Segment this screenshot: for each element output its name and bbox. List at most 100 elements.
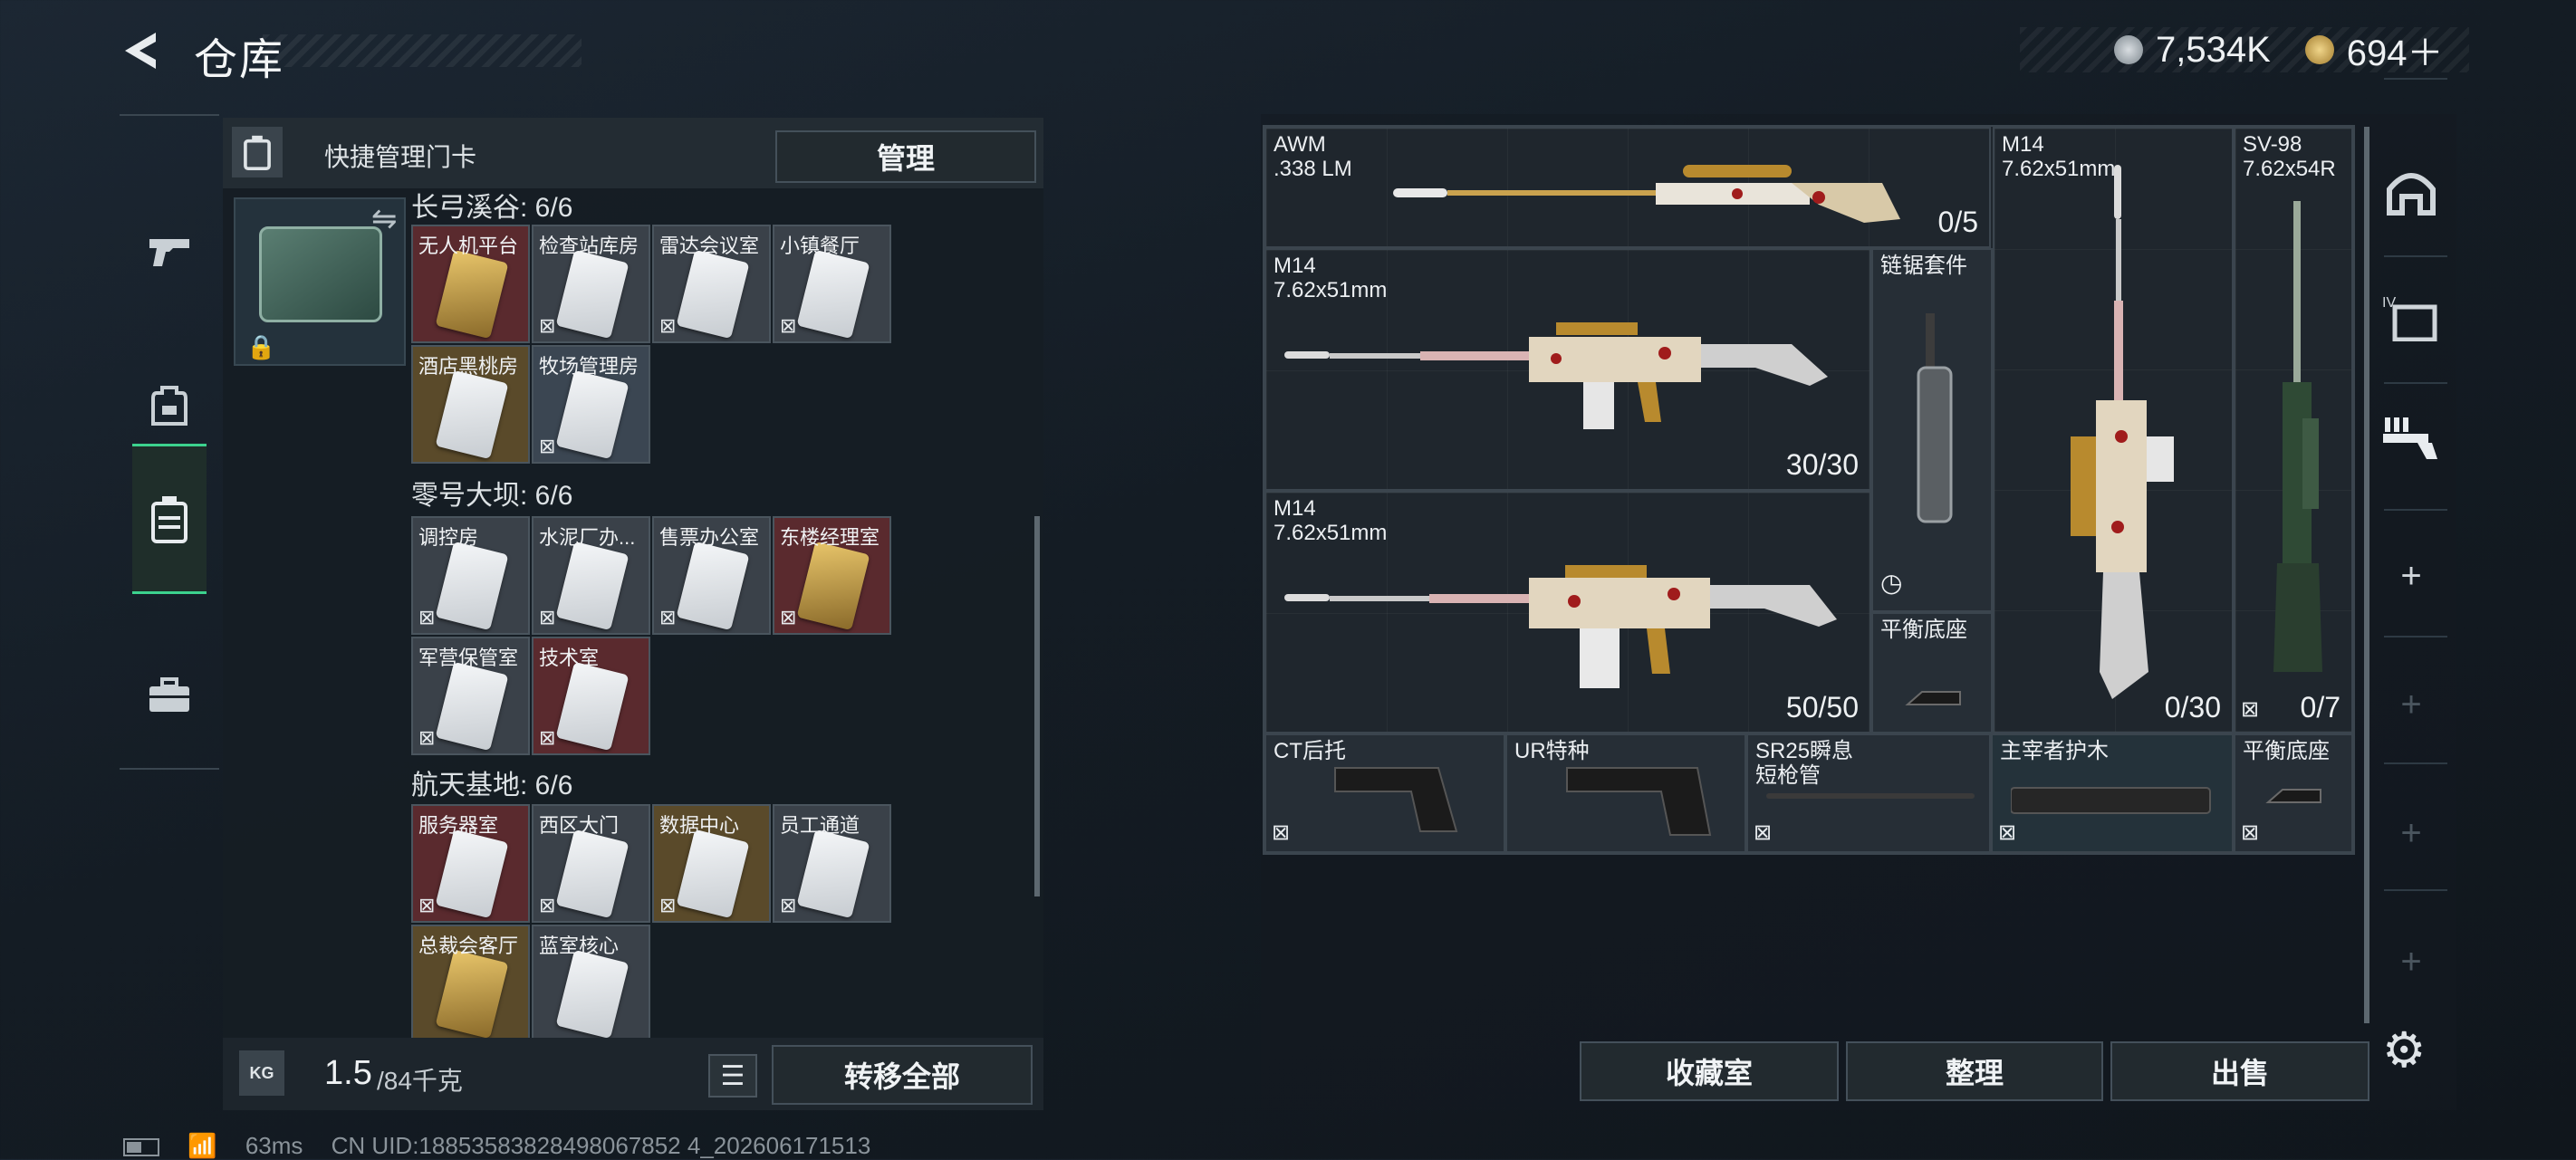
weapon-grid: AWM .338 LM 0/5 M14 7.62x51mm 30/30 M14 … bbox=[1263, 125, 2355, 855]
keycard-slot[interactable]: 牧场管理房 ⊠ bbox=[532, 345, 650, 464]
rail-add-slot[interactable]: + bbox=[2375, 540, 2447, 612]
weight-bar: KG 1.5 /84千克 ☰ 转移全部 bbox=[223, 1038, 1043, 1110]
keycard-image bbox=[796, 829, 870, 919]
keycard-case-slot[interactable]: ⇋ 🔒 bbox=[234, 197, 406, 366]
weapon-m14[interactable]: M14 7.62x51mm 50/50 bbox=[1264, 491, 1871, 733]
keycard-image bbox=[435, 829, 509, 919]
keycard-image bbox=[435, 949, 509, 1040]
swap-icon[interactable]: ⇋ bbox=[371, 201, 398, 237]
gold-currency-value[interactable]: 694＋ bbox=[2347, 24, 2444, 76]
no-insure-icon: ⊠ bbox=[1998, 820, 2017, 845]
attachment-name: SR25瞬息 短枪管 bbox=[1755, 739, 1854, 788]
lock-icon: 🔒 bbox=[246, 333, 276, 360]
attachment-dominator-handguard[interactable]: 主宰者护木 ⊠ bbox=[1991, 733, 2234, 853]
keycard-label: 小镇餐厅 bbox=[780, 235, 860, 257]
attachment-balance-mount[interactable]: 平衡底座 bbox=[1871, 612, 1993, 733]
keycard-image bbox=[676, 541, 750, 631]
keycard-slot[interactable]: 雷达会议室 ⊠ bbox=[652, 225, 771, 343]
attachment-sr25-barrel[interactable]: SR25瞬息 短枪管 ⊠ bbox=[1746, 733, 1991, 853]
back-arrow-icon bbox=[125, 33, 156, 69]
plus-icon: + bbox=[2400, 941, 2422, 982]
keycard-slot[interactable]: 总裁会客厅 bbox=[411, 925, 530, 1043]
gear-icon[interactable]: ⚙ bbox=[2382, 1021, 2426, 1079]
keycard-slot[interactable]: 东楼经理室 ⊠ bbox=[773, 516, 891, 635]
keycard-image bbox=[796, 249, 870, 340]
wifi-icon: 📶 bbox=[187, 1132, 217, 1159]
manage-button[interactable]: 管理 bbox=[775, 130, 1036, 183]
keycard-slot[interactable]: 酒店黑桃房 bbox=[411, 345, 530, 464]
keycard-image bbox=[435, 661, 509, 752]
section-title-dam: 零号大坝: 6/6 bbox=[411, 481, 573, 511]
plus-icon: + bbox=[2400, 555, 2422, 596]
weight-icon: KG bbox=[239, 1050, 284, 1096]
plus-icon: + bbox=[2400, 684, 2422, 724]
no-insure-icon: ⊠ bbox=[1754, 820, 1773, 845]
list-view-button[interactable]: ☰ bbox=[708, 1054, 757, 1098]
attachment-chainsaw-kit[interactable]: 链锯套件 ◷ bbox=[1871, 248, 1993, 612]
nav-weapons[interactable] bbox=[132, 179, 207, 324]
attachment-name: 主宰者护木 bbox=[2000, 739, 2109, 763]
keycard-slot[interactable]: 数据中心 ⊠ bbox=[652, 804, 771, 923]
keycard-slot[interactable]: 售票办公室 ⊠ bbox=[652, 516, 771, 635]
handguard-icon bbox=[2011, 787, 2211, 814]
keycard-slot[interactable]: 蓝室核心 bbox=[532, 925, 650, 1043]
rail-base[interactable] bbox=[2375, 156, 2447, 228]
no-insure-icon: ⊠ bbox=[780, 606, 797, 628]
timer-icon: ◷ bbox=[1880, 569, 1903, 597]
attachment-balance-mount[interactable]: 平衡底座 ⊠ bbox=[2234, 733, 2353, 853]
rail-empty-slot[interactable]: + bbox=[2375, 797, 2447, 869]
keycard-label: 酒店黑桃房 bbox=[418, 355, 519, 378]
uid-text: CN UID:18853583828498067852 4_2026061715… bbox=[331, 1132, 871, 1159]
organize-button[interactable]: 整理 bbox=[1846, 1041, 2103, 1101]
no-insure-icon: ⊠ bbox=[539, 435, 556, 457]
barrel-icon bbox=[1766, 793, 1975, 799]
keycard-slot[interactable]: 服务器室 ⊠ bbox=[411, 804, 530, 923]
keycard-slot[interactable]: 小镇餐厅 ⊠ bbox=[773, 225, 891, 343]
back-button[interactable] bbox=[120, 29, 163, 72]
rifle-icon bbox=[1284, 565, 1837, 688]
keycard-slot[interactable]: 军营保管室 ⊠ bbox=[411, 637, 530, 755]
keycard-label: 水泥厂办... bbox=[539, 526, 636, 549]
collection-room-button[interactable]: 收藏室 bbox=[1580, 1041, 1839, 1101]
nav-toolbox[interactable] bbox=[132, 623, 207, 768]
nav-keycard-case[interactable] bbox=[132, 444, 207, 594]
keycard-image bbox=[676, 249, 750, 340]
keycard-slot[interactable]: 技术室 ⊠ bbox=[532, 637, 650, 755]
weapon-awm[interactable]: AWM .338 LM 0/5 bbox=[1264, 127, 1991, 248]
no-insure-icon: ⊠ bbox=[2241, 697, 2260, 722]
attachment-ct-stock[interactable]: CT后托 ⊠ bbox=[1264, 733, 1505, 853]
keycard-label: 西区大门 bbox=[539, 814, 620, 837]
weapon-m14[interactable]: M14 7.62x51mm 30/30 bbox=[1264, 248, 1871, 491]
keycard-scrollbar[interactable] bbox=[1034, 516, 1040, 896]
attachment-ur-stock[interactable]: UR特种 bbox=[1505, 733, 1746, 853]
rail-empty-slot[interactable]: + bbox=[2375, 925, 2447, 998]
keycard-slot[interactable]: 水泥厂办... ⊠ bbox=[532, 516, 650, 635]
title-decoration bbox=[263, 34, 582, 67]
keycard-slot[interactable]: 检查站库房 ⊠ bbox=[532, 225, 650, 343]
no-insure-icon: ⊠ bbox=[418, 726, 436, 749]
rail-divider bbox=[2384, 636, 2447, 638]
rail-empty-slot[interactable]: + bbox=[2375, 668, 2447, 741]
weapon-m14-vertical[interactable]: M14 7.62x51mm 0/30 bbox=[1993, 127, 2234, 733]
section-title-changgong: 长弓溪谷: 6/6 bbox=[411, 193, 573, 223]
keycard-label: 数据中心 bbox=[659, 814, 740, 837]
rail-storage-iv[interactable]: IV bbox=[2375, 281, 2447, 353]
keycard-panel: 快捷管理门卡 管理 ⇋ 🔒 长弓溪谷: 6/6 无人机平台 检查站库房 ⊠ 雷达会… bbox=[223, 118, 1043, 1110]
weight-current: 1.5 bbox=[324, 1054, 372, 1092]
keycard-slot[interactable]: 调控房 ⊠ bbox=[411, 516, 530, 635]
rail-divider bbox=[2384, 382, 2447, 384]
left-nav bbox=[120, 114, 219, 770]
attachment-name: 平衡底座 bbox=[2243, 739, 2330, 763]
keycard-slot[interactable]: 无人机平台 bbox=[411, 225, 530, 343]
transfer-all-button[interactable]: 转移全部 bbox=[772, 1045, 1033, 1105]
sell-button[interactable]: 出售 bbox=[2110, 1041, 2369, 1101]
keycard-label: 东楼经理室 bbox=[780, 526, 880, 549]
keycard-label: 检查站库房 bbox=[539, 235, 639, 257]
keycard-case-image bbox=[259, 226, 382, 322]
keycard-header: 快捷管理门卡 管理 bbox=[223, 118, 1043, 188]
rail-gun-rack[interactable] bbox=[2375, 400, 2447, 473]
weapon-sv98[interactable]: SV-98 7.62x54R 0/7 ⊠ bbox=[2234, 127, 2353, 733]
keycard-slot[interactable]: 西区大门 ⊠ bbox=[532, 804, 650, 923]
no-insure-icon: ⊠ bbox=[539, 314, 556, 337]
keycard-slot[interactable]: 员工通道 ⊠ bbox=[773, 804, 891, 923]
